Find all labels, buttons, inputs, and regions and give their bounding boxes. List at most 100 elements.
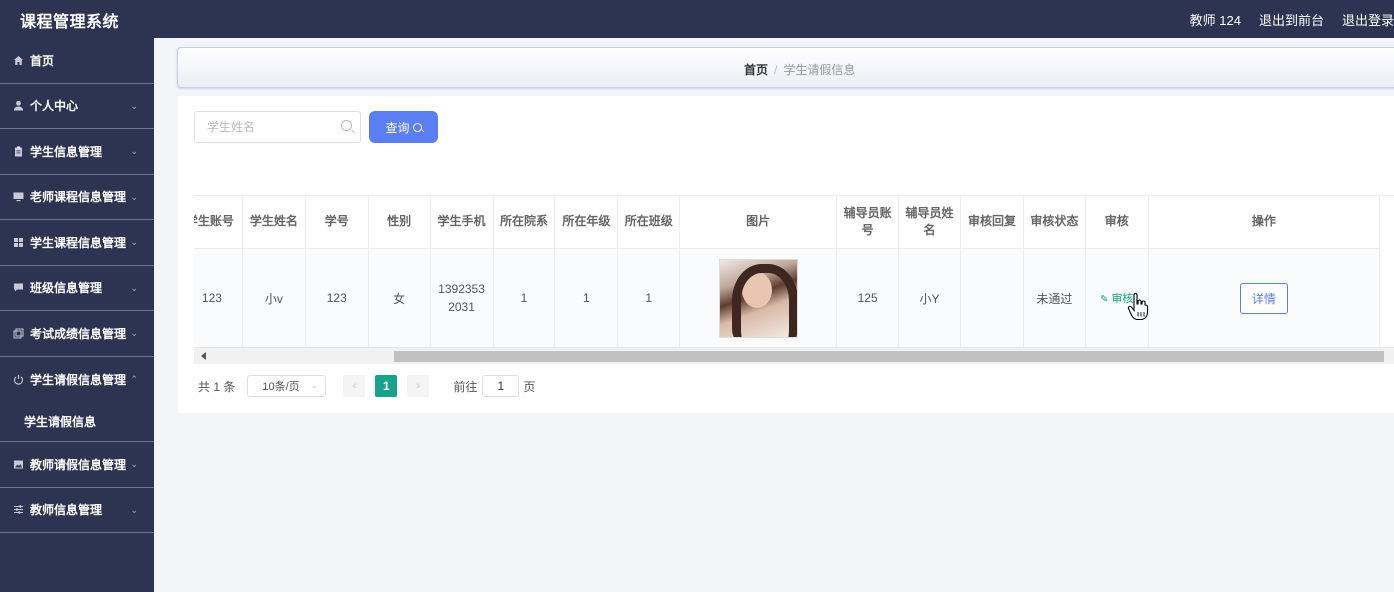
- sidebar-item-label: 首页: [30, 53, 55, 68]
- column-header: 操作: [1148, 196, 1381, 249]
- sidebar-subitem-student-leave-info[interactable]: 学生请假信息: [0, 402, 154, 442]
- search-icon: [412, 122, 422, 132]
- home-icon: [12, 54, 24, 66]
- sidebar-item-label: 个人中心: [30, 99, 79, 114]
- prev-page-button[interactable]: ‹: [343, 375, 366, 397]
- search-field[interactable]: [194, 111, 361, 143]
- page-number-button[interactable]: 1: [375, 375, 398, 397]
- top-bar: 课程管理系统 教师 124 退出到前台 退出登录: [0, 0, 1394, 38]
- student-photo[interactable]: [718, 258, 798, 338]
- copy-icon: [12, 327, 24, 339]
- cell-grade: 1: [554, 248, 619, 349]
- clipboard-icon: [12, 145, 24, 157]
- sliders-icon: [12, 504, 24, 516]
- cell-review-status: 未通过: [1023, 248, 1086, 349]
- table-header-row: 学生账号 学生姓名 学号 性别 学生手机 所在院系 所在年级 所在班级 图片 辅…: [194, 196, 1381, 249]
- cell-gender: 女: [368, 248, 431, 349]
- data-table: 学生账号 学生姓名 学号 性别 学生手机 所在院系 所在年级 所在班级 图片 辅…: [194, 196, 1381, 349]
- app-title: 课程管理系统: [20, 14, 120, 31]
- cell-review-reply: [960, 248, 1024, 349]
- search-icon: [341, 120, 352, 131]
- chevron-down-icon: ⌄: [130, 328, 138, 338]
- chat-icon: [12, 282, 24, 294]
- cell-counselor-name: 小Y: [898, 248, 961, 349]
- chevron-up-icon: ⌃: [130, 373, 138, 384]
- sidebar-item-teacher-info[interactable]: 教师信息管理 ⌄: [0, 488, 154, 533]
- sidebar-item-class-info[interactable]: 班级信息管理 ⌄: [0, 266, 154, 311]
- table-row: 123 小v 123 女 13923532031 1 1 1 125 小Y 未通…: [194, 248, 1381, 349]
- pagination-total: 共 1 条: [198, 379, 236, 394]
- top-right-nav: 教师 124 退出到前台 退出登录: [1190, 10, 1394, 29]
- sidebar-item-home[interactable]: 首页: [0, 38, 154, 84]
- column-header: 所在年级: [554, 196, 619, 249]
- chevron-down-icon: ⌄: [130, 504, 138, 515]
- sidebar-item-label: 学生请假信息管理: [30, 372, 127, 387]
- page-size-select[interactable]: 10条/页 ⌄: [247, 375, 327, 397]
- chevron-down-icon: ⌄: [130, 100, 138, 111]
- search-input[interactable]: [195, 112, 335, 142]
- column-header: 审核状态: [1023, 196, 1086, 249]
- breadcrumb: 首页 / 学生请假信息: [744, 61, 855, 78]
- current-user-label: 教师 124: [1189, 13, 1241, 28]
- column-header: 审核回复: [960, 196, 1024, 249]
- sidebar-item-label: 班级信息管理: [30, 281, 103, 296]
- cell-student-id: 123: [305, 248, 369, 349]
- sidebar-item-student-info[interactable]: 学生信息管理 ⌄: [0, 129, 154, 175]
- breadcrumb-home[interactable]: 首页: [744, 63, 768, 77]
- hand-cursor-icon: [1127, 293, 1149, 321]
- column-header: 学生姓名: [242, 196, 306, 249]
- detail-button[interactable]: 详情: [1239, 282, 1288, 314]
- column-header: 学生手机: [430, 196, 494, 249]
- chevron-down-icon: ⌄: [130, 146, 138, 156]
- breadcrumb-bar: 首页 / 学生请假信息: [177, 47, 1394, 88]
- column-header: 学生账号: [194, 196, 243, 249]
- sidebar-item-label: 考试成绩信息管理: [30, 326, 127, 341]
- sidebar-item-label: 教师请假信息管理: [30, 457, 127, 472]
- page-size-value: 10条/页: [262, 381, 300, 393]
- main-panel: 查询 学生账号 学生姓名 学号 性别 学生手机 所在院系 所在年级 所在班: [178, 96, 1394, 413]
- cell-class: 1: [617, 248, 681, 349]
- column-header: 性别: [368, 196, 431, 249]
- column-header: 学号: [305, 196, 369, 249]
- logout-link[interactable]: 退出登录: [1342, 10, 1394, 29]
- image-icon: [12, 458, 24, 470]
- next-page-button[interactable]: ›: [407, 375, 430, 397]
- breadcrumb-current: 学生请假信息: [783, 63, 856, 77]
- power-icon: [12, 373, 24, 385]
- grid-icon: [12, 236, 24, 248]
- sidebar-item-teacher-leave[interactable]: 教师请假信息管理 ⌄: [0, 442, 154, 488]
- cell-phone: 13923532031: [430, 248, 494, 349]
- cell-counselor-account: 125: [836, 248, 900, 349]
- sidebar-item-exam-scores[interactable]: 考试成绩信息管理 ⌄: [0, 311, 154, 357]
- leave-table: 学生账号 学生姓名 学号 性别 学生手机 所在院系 所在年级 所在班级 图片 辅…: [194, 195, 1394, 365]
- sidebar-item-teacher-course[interactable]: 老师课程信息管理 ⌄: [0, 175, 154, 220]
- horizontal-scrollbar[interactable]: [194, 347, 1394, 364]
- query-button[interactable]: 查询: [369, 111, 438, 143]
- sidebar-item-label: 教师信息管理: [30, 503, 103, 518]
- chevron-down-icon: ⌄: [130, 191, 138, 202]
- chevron-down-icon: ⌄: [310, 380, 319, 390]
- cell-student-account: 123: [194, 248, 243, 349]
- column-header: 审核: [1085, 196, 1149, 249]
- sidebar-item-student-course[interactable]: 学生课程信息管理 ⌄: [0, 220, 154, 266]
- jump-page-input[interactable]: 1: [482, 375, 520, 397]
- back-to-frontend-link[interactable]: 退出到前台: [1259, 10, 1324, 29]
- scrollbar-thumb[interactable]: [394, 351, 1384, 362]
- sidebar-item-label: 学生课程信息管理: [30, 235, 127, 250]
- breadcrumb-separator: /: [774, 63, 778, 77]
- user-icon: [12, 100, 24, 112]
- edit-icon: ✎: [1100, 294, 1109, 305]
- chevron-down-icon: ⌄: [130, 237, 138, 247]
- scroll-left-icon[interactable]: [201, 352, 206, 360]
- monitor-icon: [12, 191, 24, 203]
- page-suffix-label: 页: [523, 379, 536, 394]
- sidebar-item-label: 学生信息管理: [30, 144, 103, 159]
- sidebar-item-student-leave[interactable]: 学生请假信息管理 ⌃: [0, 357, 154, 403]
- cell-actions: 详情: [1148, 248, 1381, 349]
- jump-label: 前往: [453, 379, 478, 394]
- sidebar-item-personal-center[interactable]: 个人中心 ⌄: [0, 84, 154, 129]
- cell-student-name: 小v: [242, 248, 306, 349]
- column-header: 辅导员姓名: [898, 196, 961, 249]
- column-header: 所在院系: [493, 196, 556, 249]
- query-button-label: 查询: [385, 120, 410, 135]
